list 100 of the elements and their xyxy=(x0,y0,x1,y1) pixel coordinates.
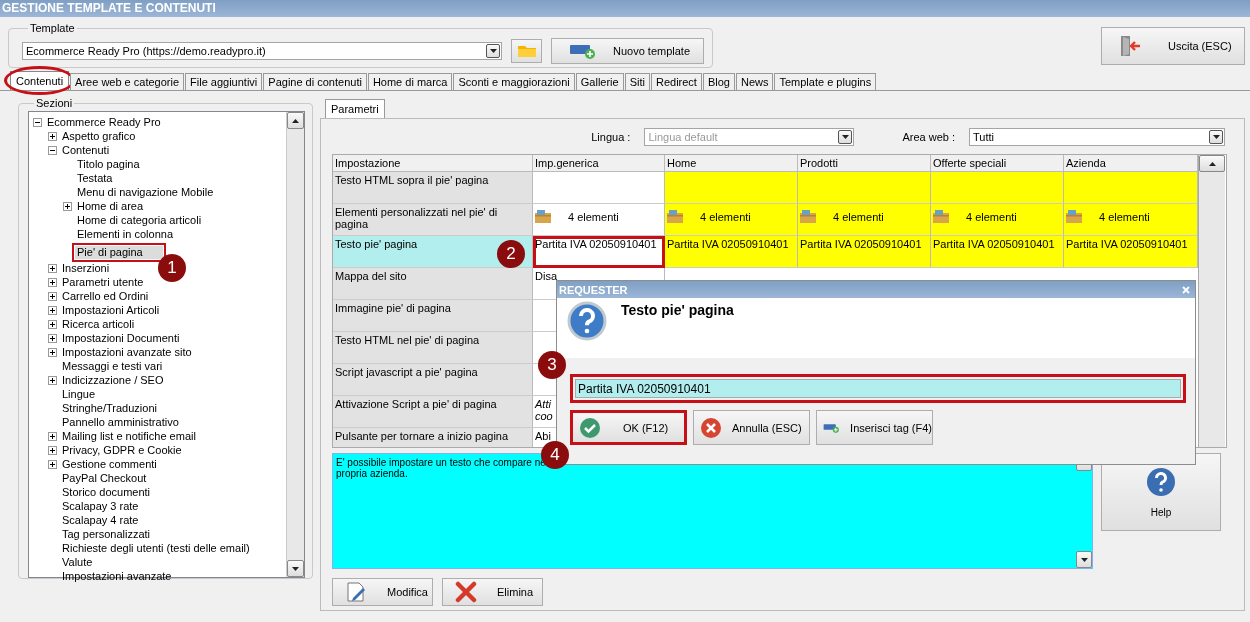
row-label[interactable]: Mappa del sito xyxy=(333,268,533,300)
expand-icon[interactable] xyxy=(48,277,57,287)
expand-icon[interactable] xyxy=(48,305,57,315)
tree-item[interactable]: Pannello amministrativo xyxy=(60,415,181,429)
tree-item[interactable]: Menu di navigazione Mobile xyxy=(75,185,216,199)
new-template-button[interactable]: Nuovo template xyxy=(551,37,704,64)
tree-item[interactable]: Impostazioni avanzate xyxy=(60,569,174,583)
tab[interactable]: Aree web e categorie xyxy=(70,73,185,90)
tree-item[interactable]: Messaggi e testi vari xyxy=(60,359,165,373)
exit-button[interactable]: Uscita (ESC) xyxy=(1101,27,1245,65)
row-label[interactable]: Testo HTML nel pie' di pagina xyxy=(333,332,533,364)
expand-icon[interactable] xyxy=(48,459,57,469)
column-header[interactable]: Impostazione xyxy=(333,155,533,172)
action-button[interactable]: Modifica xyxy=(332,578,433,606)
box-icon xyxy=(1066,210,1082,223)
tab[interactable]: Template e plugins xyxy=(774,73,877,90)
column-header[interactable]: Home xyxy=(665,155,798,172)
action-button[interactable]: Elimina xyxy=(442,578,543,606)
column-header[interactable]: Azienda xyxy=(1064,155,1198,172)
tree-item[interactable]: Contenuti xyxy=(60,143,112,157)
tree-item[interactable]: Scalapay 4 rate xyxy=(60,513,141,527)
expand-icon[interactable] xyxy=(48,445,57,455)
row-label[interactable]: Testo HTML sopra il pie' pagina xyxy=(333,172,533,204)
tree-item[interactable]: Titolo pagina xyxy=(75,157,142,171)
group-label: Template xyxy=(29,22,76,34)
template-dropdown[interactable]: Ecommerce Ready Pro (https://demo.readypro.it) xyxy=(22,41,502,60)
cell-text: 4 elementi xyxy=(966,210,1017,223)
expand-icon[interactable] xyxy=(48,347,57,357)
tab[interactable]: News xyxy=(735,73,774,90)
expand-icon[interactable] xyxy=(48,333,57,343)
tree-item[interactable]: Aspetto grafico xyxy=(60,129,138,143)
tree-item[interactable]: Home di categoria articoli xyxy=(75,213,204,227)
tree-item[interactable]: Storico documenti xyxy=(60,485,153,499)
expand-icon[interactable] xyxy=(48,131,57,141)
row-label[interactable]: Elementi personalizzati nel pie' di pagina xyxy=(333,204,533,236)
scrollbar[interactable] xyxy=(286,112,304,577)
tab[interactable]: File aggiuntivi xyxy=(185,73,263,90)
tab[interactable]: Parametri xyxy=(325,99,385,118)
text-field[interactable]: Partita IVA 02050910401 xyxy=(575,379,1181,398)
collapse-icon[interactable] xyxy=(33,117,42,127)
tree-item[interactable]: Impostazioni Documenti xyxy=(60,331,182,345)
tree-item[interactable]: Carrello ed Ordini xyxy=(60,289,151,303)
tab[interactable]: Siti xyxy=(624,73,650,90)
tree-item[interactable]: Home di area xyxy=(75,199,146,213)
scroll-button[interactable] xyxy=(287,560,304,577)
close-icon[interactable] xyxy=(1182,285,1190,294)
tree-item[interactable]: Ecommerce Ready Pro xyxy=(45,115,163,129)
scroll-button[interactable] xyxy=(1199,155,1225,172)
tree-item[interactable]: Richieste degli utenti (testi delle email) xyxy=(60,541,252,555)
row-label[interactable]: Script javascript a pie' pagina xyxy=(333,364,533,396)
filter-dropdown[interactable]: Tutti xyxy=(969,128,1225,146)
tree-item[interactable]: Privacy, GDPR e Cookie xyxy=(60,443,184,457)
expand-icon[interactable] xyxy=(48,263,57,273)
column-header[interactable]: Imp.generica xyxy=(533,155,665,172)
tab[interactable]: Sconti e maggiorazioni xyxy=(453,73,575,90)
tree-item[interactable]: Lingue xyxy=(60,387,98,401)
scroll-button[interactable] xyxy=(287,112,304,129)
tree-item[interactable]: Valute xyxy=(60,555,95,569)
dialog-button[interactable]: Inserisci tag (F4) xyxy=(816,410,933,445)
box-icon xyxy=(933,210,949,223)
tree-item[interactable]: Impostazioni avanzate sito xyxy=(60,345,194,359)
column-header[interactable]: Prodotti xyxy=(798,155,931,172)
expand-icon[interactable] xyxy=(63,201,72,211)
expand-icon[interactable] xyxy=(48,319,57,329)
tab[interactable]: Pagine di contenuti xyxy=(263,73,367,90)
row-label[interactable]: Pulsante per tornare a inizio pagina xyxy=(333,428,533,447)
dialog-button[interactable]: Annulla (ESC) xyxy=(693,410,810,445)
tree-item[interactable]: Elementi in colonna xyxy=(75,227,175,241)
field-label: Area web : xyxy=(902,131,955,143)
tree-item[interactable]: Parametri utente xyxy=(60,275,146,289)
column-header[interactable]: Offerte speciali xyxy=(931,155,1064,172)
scroll-button[interactable] xyxy=(1076,551,1092,568)
expand-icon[interactable] xyxy=(48,375,57,385)
tree-item[interactable]: PayPal Checkout xyxy=(60,471,149,485)
scrollbar[interactable] xyxy=(1198,155,1225,447)
row-label[interactable]: Immagine pie' di pagina xyxy=(333,300,533,332)
tab[interactable]: Home di marca xyxy=(367,73,453,90)
table-cell: Partita IVA 02050910401 xyxy=(798,236,931,268)
tab[interactable]: Contenuti xyxy=(10,71,70,90)
tree-item[interactable]: Indicizzazione / SEO xyxy=(60,373,166,387)
row-label[interactable]: Attivazione Script a pie' di pagina xyxy=(333,396,533,428)
table-cell: Partita IVA 02050910401 xyxy=(931,236,1064,268)
tree-item[interactable]: Ricerca articoli xyxy=(60,317,137,331)
box-icon xyxy=(535,210,551,223)
tree-item[interactable]: Impostazioni Articoli xyxy=(60,303,162,317)
tab[interactable]: Redirect xyxy=(650,73,702,90)
tree-item[interactable]: Tag personalizzati xyxy=(60,527,153,541)
tree-item[interactable]: Pie' di pagina xyxy=(75,245,163,259)
collapse-icon[interactable] xyxy=(48,145,57,155)
tree-item[interactable]: Testata xyxy=(75,171,115,185)
tab[interactable]: Blog xyxy=(702,73,735,90)
tree-item[interactable]: Scalapay 3 rate xyxy=(60,499,141,513)
dialog-button[interactable]: OK (F12) xyxy=(570,410,687,445)
tree-item[interactable]: Gestione commenti xyxy=(60,457,159,471)
tree-item[interactable]: Stringhe/Traduzioni xyxy=(60,401,159,415)
expand-icon[interactable] xyxy=(48,431,57,441)
tab[interactable]: Gallerie xyxy=(575,73,624,90)
tree-item[interactable]: Mailing list e notifiche email xyxy=(60,429,198,443)
expand-icon[interactable] xyxy=(48,291,57,301)
tree-item[interactable]: Inserzioni xyxy=(60,261,112,275)
